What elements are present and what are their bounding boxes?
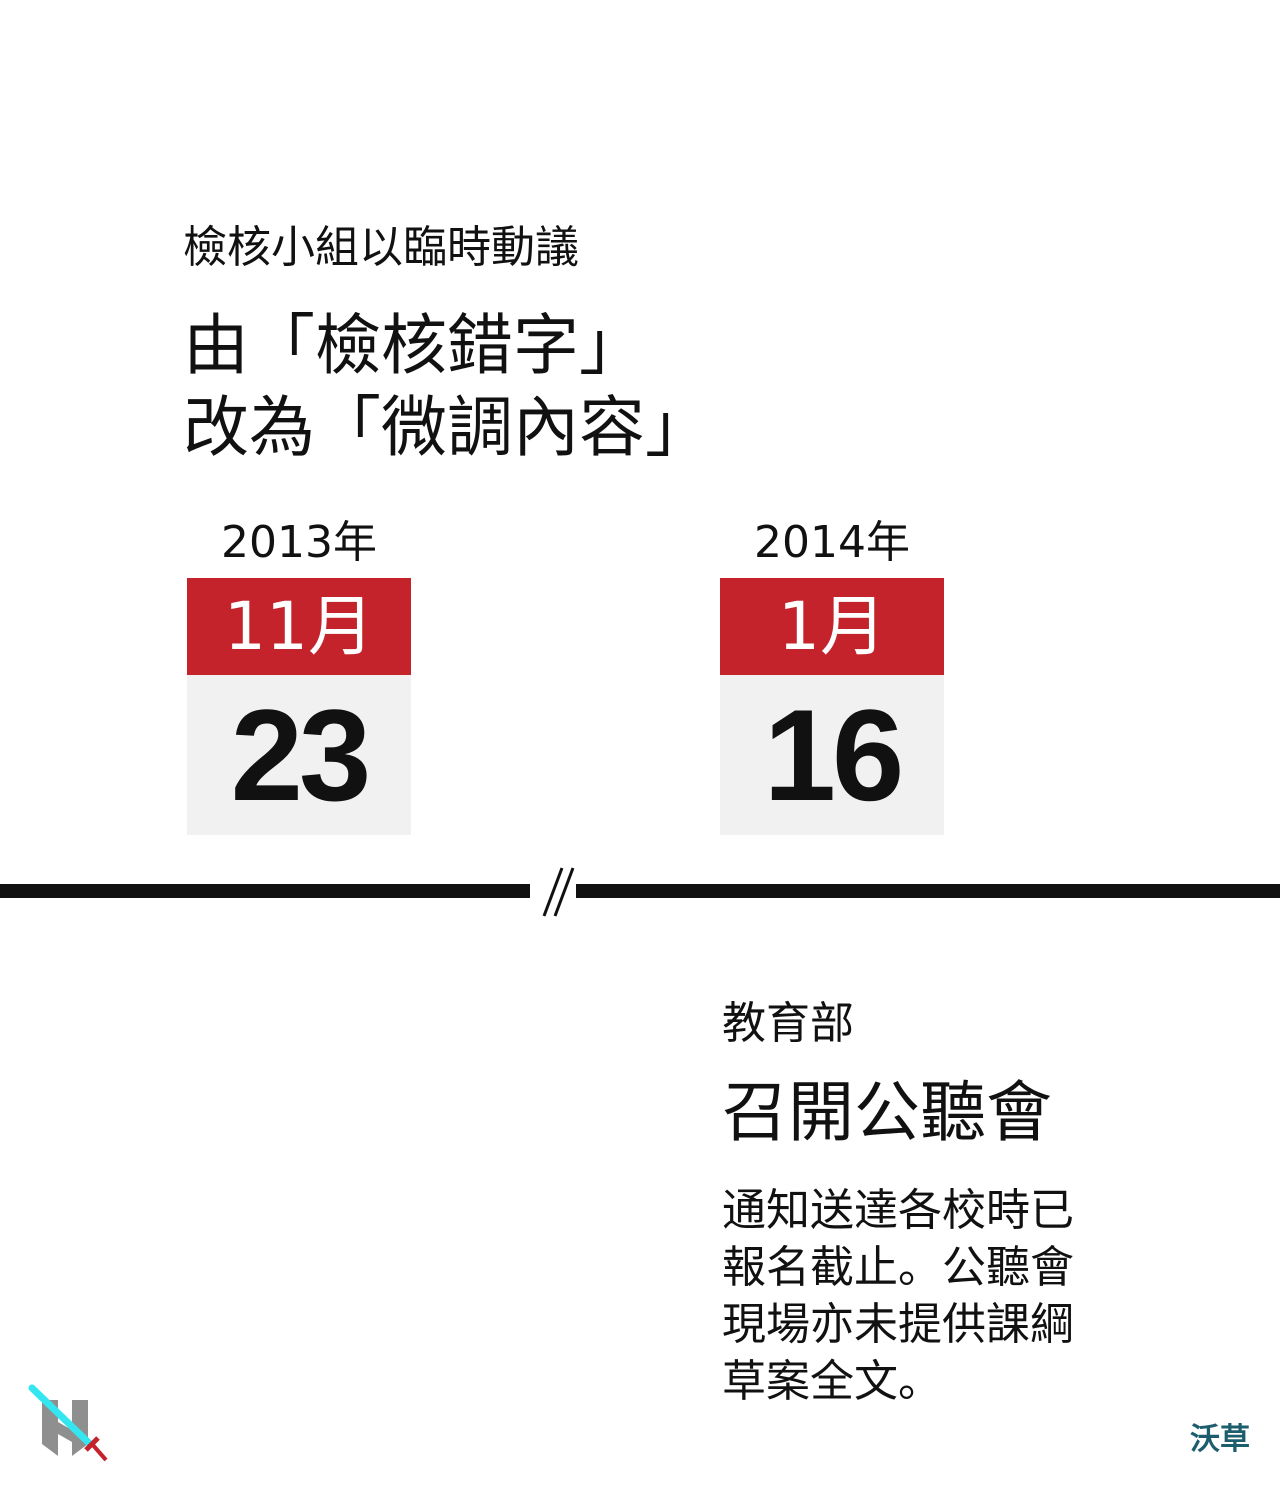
date1-calendar: 11月 23: [187, 578, 411, 835]
timeline-line-left: [0, 884, 530, 898]
event2-subtitle: 教育部: [722, 998, 854, 1049]
date1-year: 2013年: [221, 517, 377, 568]
timeline-break-icon: [542, 867, 575, 917]
date1-day: 23: [187, 675, 411, 835]
sword-logo-icon: [28, 1384, 108, 1462]
timeline-line-right: [576, 884, 1280, 898]
date1-month: 11月: [187, 578, 411, 675]
date2-day: 16: [720, 675, 944, 835]
date2-year: 2014年: [754, 517, 910, 568]
date2-month: 1月: [720, 578, 944, 675]
date2-calendar: 1月 16: [720, 578, 944, 835]
event1-headline: 由「檢核錯字」 改為「微調內容」: [183, 305, 711, 469]
event1-subtitle: 檢核小組以臨時動議: [183, 222, 579, 273]
event2-headline: 召開公聽會: [722, 1074, 1052, 1151]
event1-headline-line1: 由「檢核錯字」: [183, 307, 645, 384]
event2-description: 通知送達各校時已報名截止。公聽會現場亦未提供課綱草案全文。: [722, 1185, 1074, 1407]
credit-label: 沃草: [1190, 1422, 1250, 1457]
event1-headline-line2: 改為「微調內容」: [183, 389, 711, 466]
